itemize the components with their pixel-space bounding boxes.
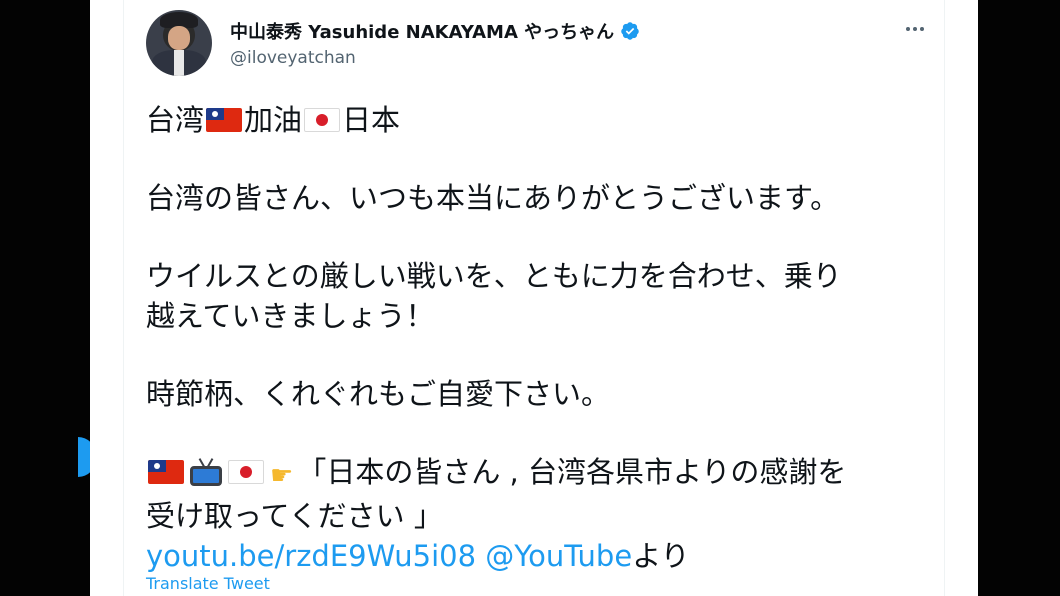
tweet-line-2: 台湾の皆さん、いつも本当にありがとうございます。 (146, 181, 840, 215)
tweet-line-8: youtu.be/rzdE9Wu5i08 @YouTubeより (146, 536, 926, 576)
television-icon (189, 458, 223, 486)
tweet-line-4: 越えていきましょう！ (146, 299, 435, 333)
tweet-line-5: 時節柄、くれぐれもご自愛下さい。 (146, 377, 611, 411)
more-dot-icon (920, 27, 924, 31)
text-jiayou: 加油 (244, 103, 303, 137)
left-letterbox (0, 0, 90, 596)
tweet-page: 中山泰秀 Yasuhide NAKAYAMA やっちゃん @iloveyatch… (90, 0, 978, 596)
youtube-mention[interactable]: @YouTube (485, 539, 632, 573)
author-name[interactable]: 中山泰秀 Yasuhide NAKAYAMA やっちゃん (230, 18, 614, 44)
youtube-link[interactable]: youtu.be/rzdE9Wu5i08 (146, 539, 476, 573)
taiwan-flag-icon (148, 460, 184, 484)
translate-tweet-link[interactable]: Translate Tweet (146, 574, 270, 593)
more-dot-icon (913, 27, 917, 31)
text-taiwan: 台湾 (146, 103, 205, 137)
more-options-button[interactable] (900, 14, 930, 44)
tweet-line-6: ☛ 「日本の皆さん , 台湾各県市よりの感謝を (146, 452, 926, 496)
tweet-body: 台湾 加油 日本 台湾の皆さん、いつも本当にありがとうございます。 ウイルスとの厳し… (146, 100, 926, 576)
japan-flag-icon (304, 108, 341, 132)
avatar[interactable] (146, 10, 212, 76)
more-dot-icon (906, 27, 910, 31)
tweet-line-3: ウイルスとの厳しい戦いを、ともに力を合わせ、乗り (146, 259, 842, 293)
verified-badge-icon (621, 22, 639, 40)
link-suffix: より (632, 539, 690, 573)
quote-text: 「日本の皆さん , 台湾各県市よりの感謝を (297, 455, 847, 489)
right-letterbox (978, 0, 1060, 596)
taiwan-flag-icon (206, 108, 243, 132)
japan-flag-icon (228, 460, 264, 484)
pointing-right-icon: ☛ (270, 461, 294, 491)
tweet-line-1: 台湾 加油 日本 (146, 100, 926, 140)
author-handle[interactable]: @iloveyatchan (230, 48, 356, 68)
text-japan: 日本 (342, 103, 401, 137)
tweet-line-7: 受け取ってください 」 (146, 499, 443, 533)
author-name-row[interactable]: 中山泰秀 Yasuhide NAKAYAMA やっちゃん (230, 18, 640, 44)
